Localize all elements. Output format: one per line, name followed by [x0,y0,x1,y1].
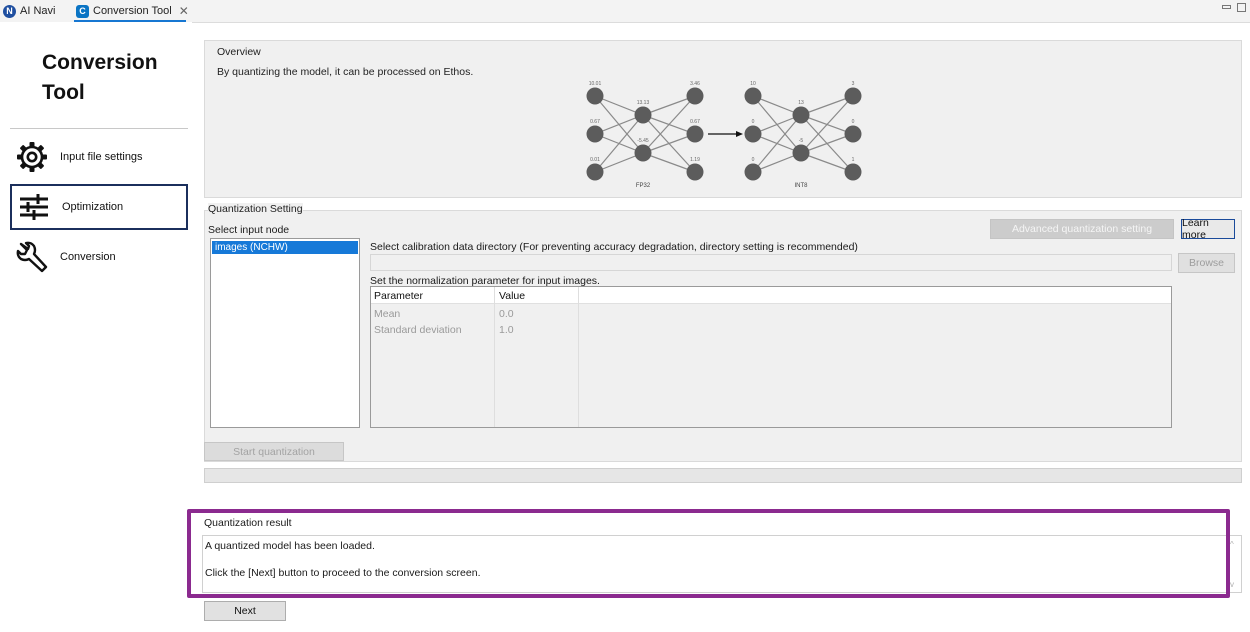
conversion-tool-icon: C [76,4,89,18]
table-cell-value[interactable]: 1.0 [499,324,514,336]
list-item[interactable]: images (NCHW) [212,241,358,254]
sidebar-item-label: Optimization [62,201,124,213]
node-value-label: 3 [852,81,855,87]
tab-label: AI Navi [20,5,56,17]
column-divider [494,287,495,427]
advanced-quantization-button[interactable]: Advanced quantization setting [990,219,1174,239]
window-controls [1222,3,1246,12]
column-header-parameter: Parameter [374,290,424,302]
calibration-directory-input[interactable] [370,254,1172,271]
sidebar-item-label: Conversion [60,251,116,263]
network-node [792,144,810,162]
sidebar-item-conversion[interactable]: Conversion [10,234,188,280]
network-node [744,87,762,105]
gear-icon [14,139,50,175]
table-cell-value[interactable]: 0.0 [499,308,514,320]
table-cell-parameter: Standard deviation [374,324,462,336]
quantization-setting-label: Quantization Setting [208,203,303,215]
input-node-list[interactable]: images (NCHW) [210,238,360,428]
scroll-up-icon[interactable]: ^ [1230,540,1234,549]
sidebar: Conversion Tool Input file settings Opti… [0,22,192,632]
node-value-label: 0 [752,119,755,125]
diagram-caption: INT8 [794,183,808,189]
network-node [744,163,762,181]
column-divider [578,287,579,427]
node-value-label: 13 [798,100,804,106]
table-cell-parameter: Mean [374,308,401,320]
maximize-icon[interactable] [1237,3,1246,12]
connection-line [752,114,802,173]
node-value-label: 0.01 [590,157,600,163]
node-value-label: 0 [752,157,755,163]
tab-label: Conversion Tool [93,5,172,17]
sidebar-item-optimization[interactable]: Optimization [10,184,188,230]
column-header-value: Value [499,290,526,302]
node-value-label: 0 [852,119,855,125]
minimize-icon[interactable] [1222,5,1231,9]
next-button[interactable]: Next [204,601,286,621]
browse-button[interactable]: Browse [1178,253,1235,273]
sidebar-item-input-file-settings[interactable]: Input file settings [10,134,188,180]
node-value-label: -5 [799,138,804,144]
node-value-label: 1.19 [690,157,700,163]
network-node [634,106,652,124]
sliders-icon [16,189,52,225]
node-value-label: 10.01 [589,81,602,87]
node-value-label: 0.67 [690,119,700,125]
node-value-label: 0.67 [590,119,600,125]
select-input-node-label: Select input node [208,224,290,236]
connection-line [800,95,854,154]
network-node [686,163,704,181]
network-node [686,125,704,143]
quantization-diagram: 10.01 0.67 0.01 13.13 -5.45 3.46 0.67 1.19 FP32 1… [586,81,862,189]
network-node [844,125,862,143]
tab-ai-navi[interactable]: N AI Navi [3,2,55,20]
ai-navi-icon: N [3,4,16,18]
highlight-box [187,509,1230,598]
node-value-label: 1 [852,157,855,163]
connection-line [594,114,644,173]
sidebar-title: Conversion Tool [42,51,158,104]
tab-bar: N AI Navi C Conversion Tool ✕ [0,0,1250,22]
network-node [586,125,604,143]
node-value-label: 3.46 [690,81,700,87]
network-node [844,87,862,105]
overview-label: Overview [217,46,261,58]
tab-conversion-tool[interactable]: C Conversion Tool ✕ [76,2,189,20]
learn-more-button[interactable]: Learn more [1181,217,1235,241]
normalization-table[interactable]: Parameter Value Mean 0.0 Standard deviat… [370,286,1172,428]
overview-group: Overview By quantizing the model, it can… [204,40,1242,198]
network-node [586,87,604,105]
node-value-label: -5.45 [637,138,649,144]
diagram-caption: FP32 [636,183,651,189]
overview-description: By quantizing the model, it can be proce… [217,66,474,78]
arrow-head-icon [736,131,743,137]
node-value-label: 13.13 [637,100,650,106]
close-icon[interactable]: ✕ [179,4,189,18]
divider [10,128,188,129]
network-node [586,163,604,181]
connection-line [642,95,696,154]
start-quantization-button[interactable]: Start quantization [204,442,344,461]
quantization-progress-bar [204,468,1242,483]
network-node [744,125,762,143]
table-header: Parameter Value [371,287,1171,304]
network-node [844,163,862,181]
node-value-label: 10 [750,81,756,87]
network-node [686,87,704,105]
network-node [792,106,810,124]
sidebar-item-label: Input file settings [60,151,143,163]
network-node [634,144,652,162]
scroll-down-icon[interactable]: v [1230,580,1234,589]
calibration-directory-label: Select calibration data directory (For p… [370,241,858,253]
wrench-icon [14,239,50,275]
